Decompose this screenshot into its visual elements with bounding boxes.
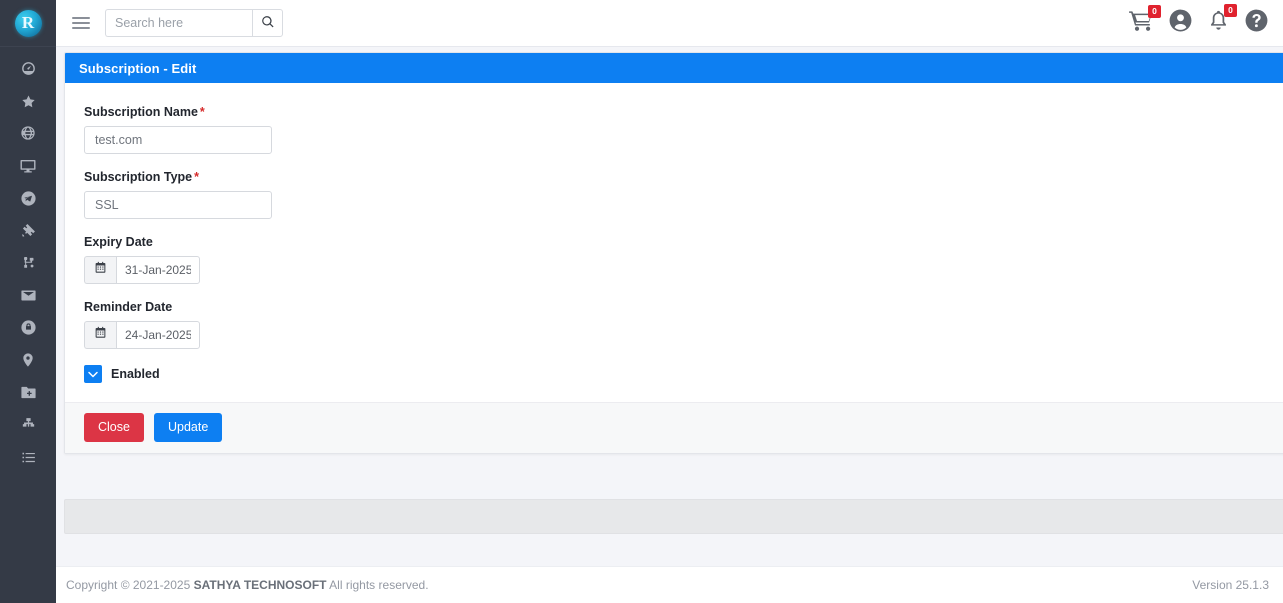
search-button[interactable] [252,9,283,37]
gauge-icon [20,60,37,82]
field-subscription-type: Subscription Type * [84,170,1283,219]
main-area: 0 0 [56,0,1283,603]
globe-icon [20,125,36,146]
expiry-date-calendar-button[interactable] [84,256,116,284]
expiry-date-label: Expiry Date [84,235,153,249]
notifications-badge: 0 [1224,4,1237,17]
required-marker: * [194,170,199,184]
map-pin-icon [20,352,36,373]
label-text: Subscription Type [84,170,193,184]
sidebar-item-locations[interactable] [0,347,56,379]
copyright-prefix: Copyright © 2021-2025 [66,578,194,592]
subscription-type-label: Subscription Type * [84,170,1283,184]
lock-icon [20,319,37,341]
field-reminder-date: Reminder Date [84,300,1283,349]
card-header: Subscription - Edit [65,53,1283,83]
sidebar-item-monitors[interactable] [0,152,56,184]
subscription-type-input[interactable] [84,191,272,219]
topbar-actions: 0 0 [1129,4,1269,38]
sidebar-item-mail[interactable] [0,282,56,314]
secondary-panel [64,499,1283,534]
logo-badge: R [14,9,42,37]
user-circle-icon [1168,8,1193,38]
sidebar-item-send[interactable] [0,185,56,217]
folder-plus-icon [20,384,37,406]
search-icon [261,15,275,32]
page-footer: Copyright © 2021-2025 SATHYA TECHNOSOFT … [56,566,1283,603]
sidebar-item-dashboard[interactable] [0,55,56,87]
sidebar: R [0,0,56,603]
reminder-date-calendar-button[interactable] [84,321,116,349]
reminder-date-label: Reminder Date [84,300,173,314]
notifications-button[interactable]: 0 [1207,4,1237,37]
reminder-date-group [84,321,200,349]
sidebar-nav [0,47,56,476]
hamburger-icon[interactable] [68,10,94,36]
envelope-icon [20,287,37,309]
send-icon [20,190,37,212]
card-actions: Close Update [65,402,1283,453]
list-icon [20,449,37,471]
close-button[interactable]: Close [84,413,144,442]
star-icon [20,93,37,115]
org-chart-icon [20,416,37,438]
top-bar: 0 0 [56,0,1283,47]
subscription-name-label: Subscription Name * [84,105,1283,119]
search-group [105,9,283,37]
content-region: Subscription - Edit Subscription Name* S… [56,47,1283,566]
sidebar-item-hierarchy[interactable] [0,411,56,443]
check-icon [88,371,98,378]
field-expiry-date: Expiry Date [84,235,1283,284]
app-root: R Search here 0 0 Subscription - Edit Su… [0,0,1283,603]
required-marker: * [199,105,205,119]
update-button[interactable]: Update [153,413,223,442]
calendar-icon [94,326,107,344]
question-circle-icon [1244,8,1269,38]
company-name: SATHYA TECHNOSOFT [193,578,327,592]
enabled-checkbox[interactable] [84,365,102,383]
sidebar-item-add-folder[interactable] [0,379,56,411]
sidebar-item-network[interactable] [0,249,56,281]
satellite-icon [20,222,37,244]
expiry-date-group [84,256,200,284]
app-logo[interactable]: R [0,0,56,47]
sidebar-item-security[interactable] [0,314,56,346]
sidebar-item-favorites[interactable] [0,87,56,119]
page-title: Subscription - Edit [79,60,197,76]
copyright-text: Copyright © 2021-2025 SATHYA TECHNOSOFT … [66,578,429,592]
enabled-label: Enabled [111,367,160,381]
monitor-icon [19,157,37,180]
sidebar-item-satellite[interactable] [0,217,56,249]
card-body: Subscription Name* Subscription Type* Ex… [65,83,1283,383]
calendar-icon [94,261,107,279]
sidebar-item-domains[interactable] [0,120,56,152]
sitemap-icon [20,255,37,277]
field-subscription-name: Subscription Name * [84,105,1283,154]
version-label: Version 25.1.3 [1192,578,1269,592]
subscription-edit-card: Subscription - Edit Subscription Name* S… [64,52,1283,454]
field-enabled: Enabled [84,365,1283,383]
help-button[interactable] [1244,8,1269,38]
subscription-name-input[interactable] [84,126,272,154]
cart-badge: 0 [1148,5,1161,18]
label-text: Subscription Name [84,105,198,119]
copyright-suffix: All rights reserved. [326,578,429,592]
reminder-date-input[interactable] [116,321,200,349]
account-button[interactable] [1168,8,1193,38]
search-input[interactable] [105,9,252,37]
expiry-date-input[interactable] [116,256,200,284]
cart-button[interactable]: 0 [1129,5,1161,36]
sidebar-item-reports[interactable] [0,444,56,476]
